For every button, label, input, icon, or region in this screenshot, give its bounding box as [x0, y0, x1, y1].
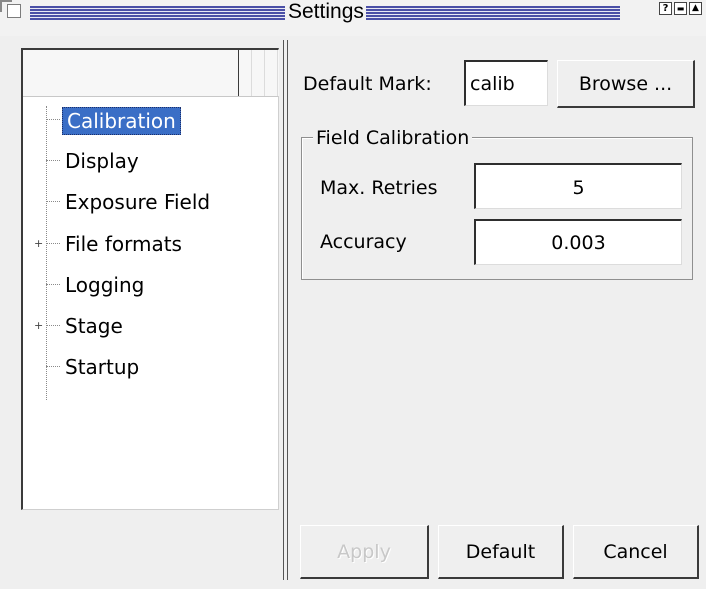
tree-item-label: Stage [65, 314, 123, 338]
accuracy-label: Accuracy [320, 231, 407, 253]
settings-tree[interactable]: Calibration Display Exposure Field + Fil… [21, 48, 279, 510]
title-stripes-right [366, 6, 620, 20]
expand-icon[interactable]: + [34, 238, 43, 249]
tree-item-stage[interactable]: + Stage [23, 311, 253, 341]
window-title: Settings [288, 0, 364, 23]
default-mark-label: Default Mark: [303, 73, 432, 95]
tree-item-label: Logging [65, 273, 145, 297]
panel-splitter[interactable] [283, 40, 288, 580]
title-stripes-left [30, 6, 285, 20]
tree-item-label: Exposure Field [65, 190, 211, 214]
title-bar[interactable]: Settings ? ▬ ▲ [0, 0, 706, 36]
tree-item-label: Display [65, 149, 139, 173]
browse-button[interactable]: Browse ... [557, 60, 695, 108]
apply-button[interactable]: Apply [300, 525, 429, 579]
tree-item-calibration[interactable]: Calibration [23, 105, 253, 135]
group-title: Field Calibration [313, 126, 473, 150]
tree-item-label: File formats [65, 232, 182, 256]
max-retries-label: Max. Retries [320, 177, 438, 199]
tree-item-label: Startup [65, 355, 140, 379]
help-icon[interactable]: ? [659, 2, 672, 15]
tree-item-file-formats[interactable]: + File formats [23, 229, 253, 259]
max-retries-input[interactable]: 5 [474, 163, 682, 209]
tree-item-exposure-field[interactable]: Exposure Field [23, 187, 253, 217]
accuracy-input[interactable]: 0.003 [474, 219, 682, 265]
default-button[interactable]: Default [438, 525, 564, 579]
maximize-icon[interactable]: ▲ [689, 2, 702, 15]
tree-header-extra [239, 50, 279, 96]
minimize-icon[interactable]: ▬ [674, 2, 687, 15]
expand-icon[interactable]: + [34, 320, 43, 331]
tree-header [23, 50, 279, 97]
default-mark-input[interactable]: calib [464, 60, 548, 106]
cancel-button[interactable]: Cancel [573, 525, 699, 579]
tree-item-startup[interactable]: Startup [23, 352, 253, 382]
tree-item-label: Calibration [62, 107, 181, 135]
tree-item-display[interactable]: Display [23, 146, 253, 176]
tree-item-logging[interactable]: Logging [23, 270, 253, 300]
window-menu-icon[interactable] [7, 4, 21, 18]
